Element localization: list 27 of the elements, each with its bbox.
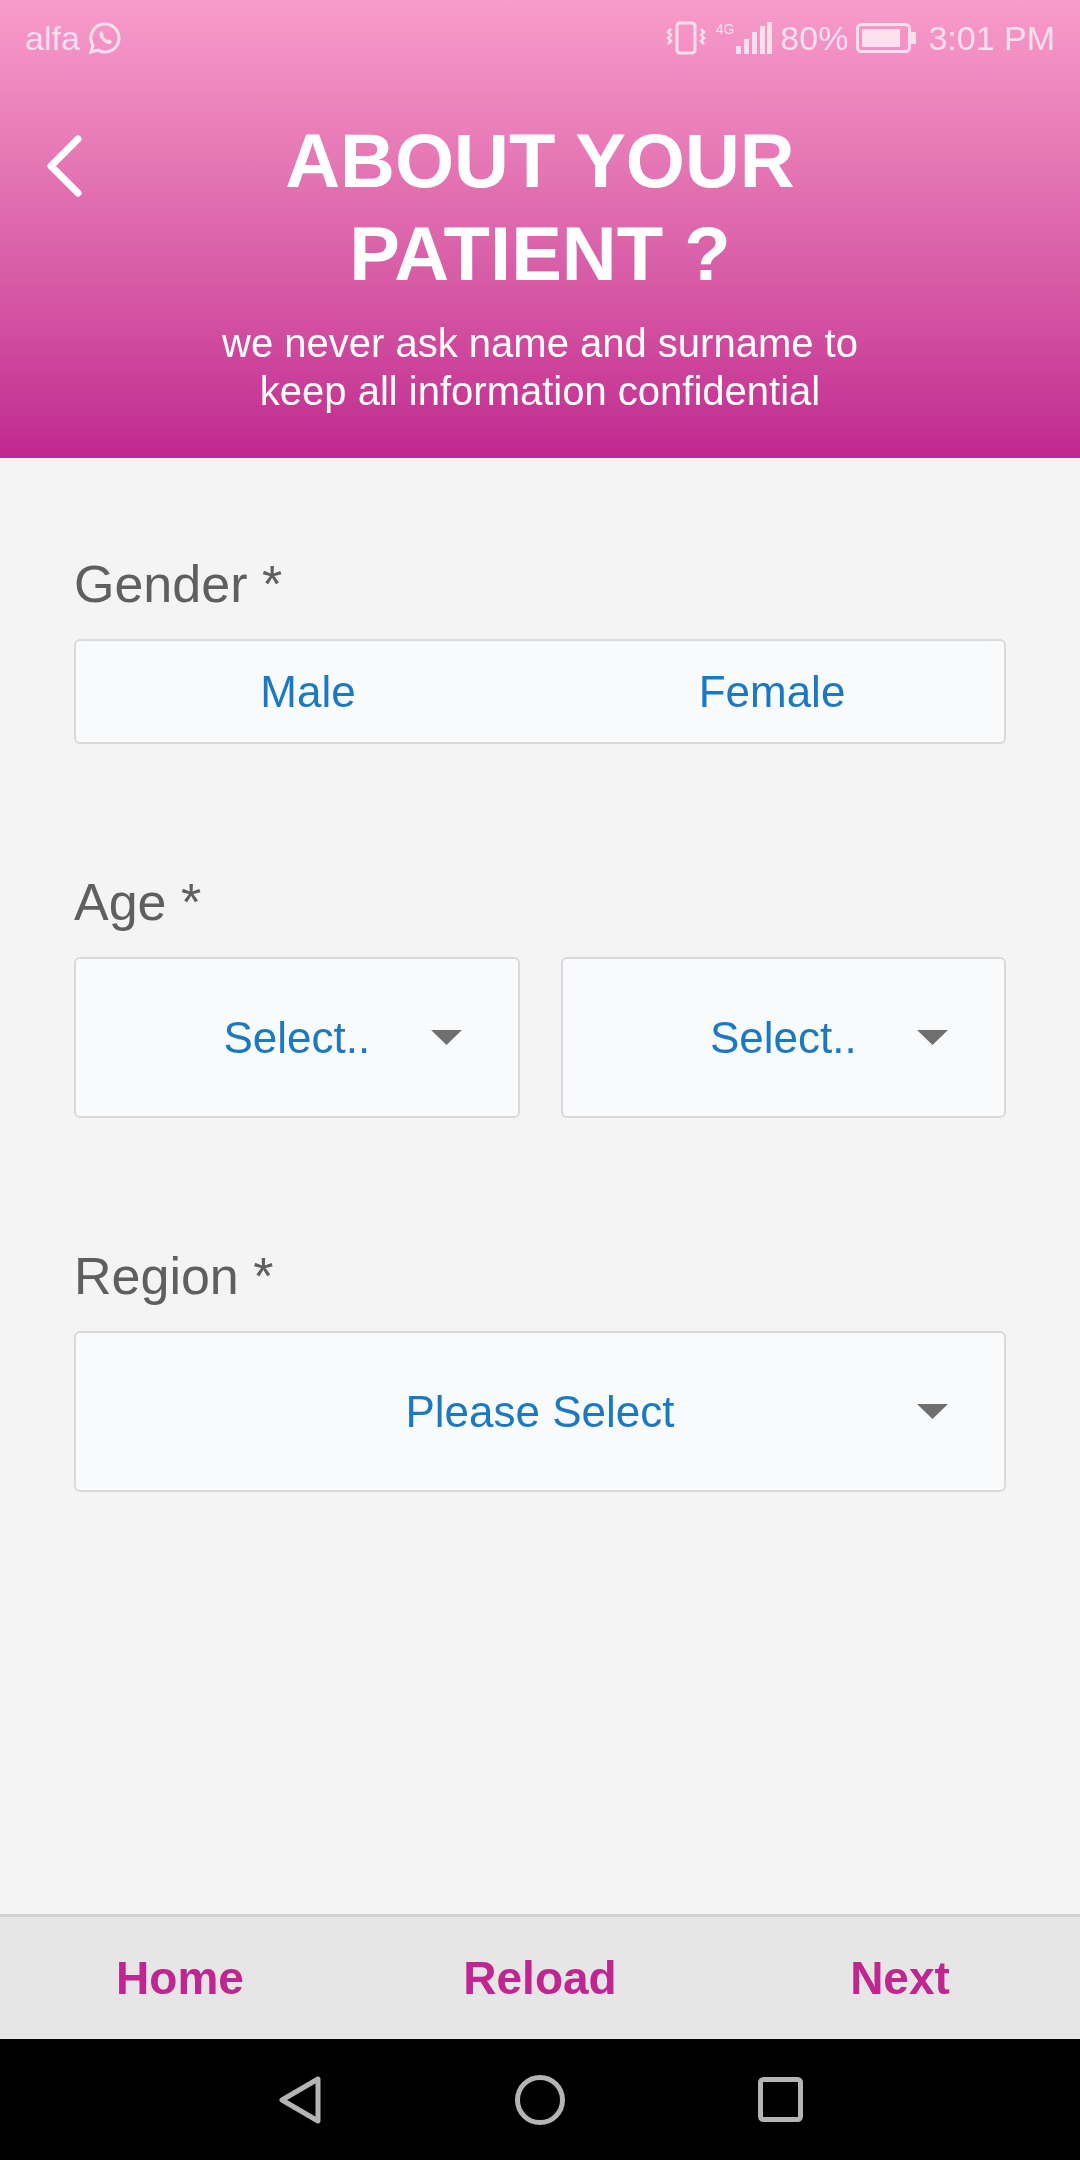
- carrier-text: alfa: [25, 17, 80, 59]
- home-icon[interactable]: [515, 2074, 565, 2125]
- clock-text: 3:01 PM: [928, 17, 1055, 59]
- select-dropdown[interactable]: Select..: [560, 957, 1006, 1118]
- chevron-left-icon[interactable]: [45, 134, 83, 198]
- caret-down-icon: [430, 1030, 462, 1045]
- option-button[interactable]: Male: [76, 641, 540, 742]
- caret-down-icon: [917, 1404, 948, 1419]
- field-label: Age *: [74, 872, 202, 933]
- nav-text-button[interactable]: Next: [850, 1943, 950, 2013]
- caret-down-icon: [917, 1030, 948, 1045]
- network-type-text: 4G: [715, 22, 735, 36]
- battery-icon: [856, 23, 917, 53]
- field-label: Region *: [74, 1246, 274, 1307]
- nav-text-button[interactable]: Reload: [463, 1943, 617, 2013]
- select-dropdown[interactable]: Please Select: [74, 1331, 1006, 1492]
- field-label: Gender *: [74, 554, 283, 615]
- signal-icon: [736, 22, 773, 54]
- page-title: ABOUT YOUR PATIENT ?: [284, 117, 796, 298]
- back-icon[interactable]: [278, 2074, 322, 2125]
- battery-percent-text: 80%: [780, 17, 849, 59]
- recents-icon[interactable]: [757, 2077, 803, 2122]
- chat-bubble-icon: [87, 21, 122, 55]
- option-button[interactable]: Female: [540, 641, 1004, 742]
- subtitle-text: we never ask name and surname to keep all information confidential: [221, 320, 859, 415]
- select-dropdown[interactable]: Select..: [74, 957, 520, 1118]
- nav-text-button[interactable]: Home: [116, 1943, 244, 2013]
